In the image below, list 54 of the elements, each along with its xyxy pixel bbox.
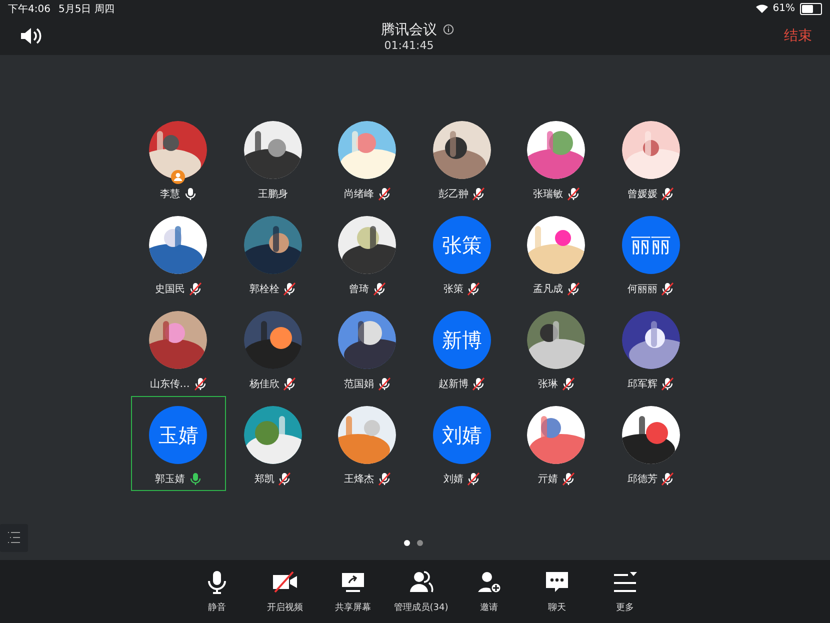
status-date: 5月5日 周四 [58,2,114,16]
chat-icon [544,569,570,595]
participant-name: 张瑞敏 [532,188,563,201]
participant-name: 山东传… [150,378,190,391]
toolbar-button[interactable]: 更多 [596,569,654,614]
participant-name: 郑凯 [254,472,274,486]
participant-name: 孟凡成 [532,282,563,296]
avatar: 刘婧 [432,406,491,464]
avatar: 丽丽 [622,216,680,274]
participant-name: 曾媛媛 [627,188,658,201]
people-icon [408,569,434,595]
participant-name: 郭玉婧 [154,472,185,486]
status-time: 下午4:06 [8,2,50,16]
participant-name: 邱德芳 [627,472,658,486]
meeting-duration: 01:41:45 [384,38,434,52]
participant-name: 史国民 [154,282,185,296]
participant-name: 曾琦 [348,283,369,296]
avatar: 新博 [432,311,491,369]
participant-name: 杨佳欣 [249,378,280,391]
participant-name: 尚绪峰 [344,188,374,201]
add-person-icon [476,569,502,595]
page-dot[interactable] [404,540,410,546]
wifi-icon [756,4,768,13]
participant-name: 郭栓栓 [249,282,280,296]
participant-name: 彭乙翀 [438,188,468,201]
participant-name: 李慧 [160,188,180,201]
toolbar-button[interactable]: 邀请 [460,569,518,614]
participant-name: 刘婧 [443,472,464,486]
battery-icon [800,2,822,14]
list-icon[interactable] [0,524,28,552]
toolbar-button[interactable]: 开启视频 [256,569,314,614]
participant-name: 张琳 [538,378,558,391]
participant-name: 王鹏身 [258,188,288,201]
page-dot[interactable] [417,540,423,546]
speaker-icon[interactable] [20,27,42,45]
participant-name: 赵新博 [438,378,468,391]
menu-icon [612,569,638,595]
info-icon[interactable] [443,24,454,35]
toolbar-button[interactable]: 管理成员(34) [392,569,450,614]
participant-name: 张策 [443,282,464,296]
toolbar-button[interactable]: 共享屏幕 [324,569,382,614]
participant-name: 邱军辉 [627,378,658,391]
avatar: 玉婧 [149,406,208,464]
avatar: 张策 [432,216,491,274]
toolbar-button[interactable]: 静音 [188,569,246,614]
participant-name: 范国娟 [344,378,374,391]
participant-name: 王烽杰 [344,472,374,486]
battery-percent: 61% [772,3,795,14]
meeting-title: 腾讯会议 [381,20,437,38]
toolbar-button[interactable]: 聊天 [528,569,586,614]
participant-tile[interactable]: 玉婧 郭玉婧 [131,396,226,491]
end-button[interactable]: 结束 [776,27,820,45]
participant-name: 何丽丽 [627,283,658,296]
participant-name: 亓婧 [538,473,558,486]
